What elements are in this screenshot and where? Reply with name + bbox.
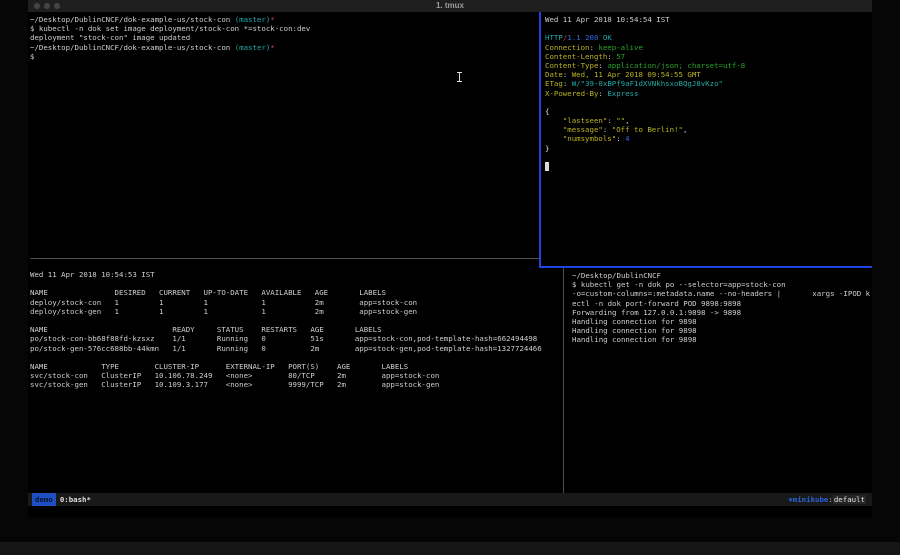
terminal-line: ectl -n dok port-forward POD 9898:9898: [572, 299, 870, 308]
terminal-line: -o=custom-columns=:metadata.name --no-he…: [572, 289, 870, 298]
terminal-line: Content-Length: 57: [545, 52, 868, 61]
terminal-line: [30, 316, 561, 325]
terminal-line: "message": "Off to Berlin!",: [545, 125, 868, 134]
status-right: ⎈minikube:default: [788, 493, 866, 506]
mouse-cursor-ibeam: [456, 72, 463, 83]
pane-top-left-shell[interactable]: ~/Desktop/DublinCNCF/dok-example-us/stoc…: [30, 15, 535, 255]
terminal-line: deploy/stock-con 1 1 1 1 2m app=stock-co…: [30, 298, 561, 307]
terminal-line: deployment "stock-con" image updated: [30, 33, 535, 42]
status-left: demo0:bash*: [32, 493, 91, 506]
terminal-line: Content-Type: application/json; charset=…: [545, 61, 868, 70]
terminal-line: Forwarding from 127.0.0.1:9898 -> 9898: [572, 308, 870, 317]
terminal-line: NAME READY STATUS RESTARTS AGE LABELS: [30, 325, 561, 334]
terminal-line: X-Powered-By: Express: [545, 89, 868, 98]
kube-namespace-label: default: [833, 495, 866, 504]
terminal-line: [30, 353, 561, 362]
pane-divider-right-horizontal-active[interactable]: [539, 266, 872, 268]
terminal-line: HTTP/1.1 200 OK: [545, 33, 868, 42]
terminal-line: $: [30, 52, 535, 61]
terminal-line: $ kubectl get -n dok po --selector=app=s…: [572, 280, 870, 289]
pane-bottom-right-port-forward[interactable]: ~/Desktop/DublinCNCF$ kubectl get -n dok…: [572, 271, 870, 491]
window-title: 1. tmux: [28, 0, 872, 12]
terminal-line: ~/Desktop/DublinCNCF/dok-example-us/stoc…: [30, 43, 535, 52]
terminal-line: [545, 162, 868, 171]
desktop-background-strip: [0, 542, 900, 555]
terminal-line: }: [545, 144, 868, 153]
terminal-line: Wed 11 Apr 2018 10:54:53 IST: [30, 270, 561, 279]
terminal-line: [30, 279, 561, 288]
terminal-line: ~/Desktop/DublinCNCF/dok-example-us/stoc…: [30, 15, 535, 24]
terminal-line: [545, 98, 868, 107]
terminal-line: svc/stock-gen ClusterIP 10.109.3.177 <no…: [30, 380, 561, 389]
terminal-line: [545, 24, 868, 33]
pane-divider-bottom-vertical[interactable]: [563, 268, 564, 493]
pane-bottom-left-kubectl-get[interactable]: Wed 11 Apr 2018 10:54:53 IST NAME DESIRE…: [30, 270, 561, 490]
terminal-line: NAME TYPE CLUSTER-IP EXTERNAL-IP PORT(S)…: [30, 362, 561, 371]
terminal-line: {: [545, 107, 868, 116]
terminal-line: Date: Wed, 11 Apr 2018 09:54:55 GMT: [545, 70, 868, 79]
terminal-line: Wed 11 Apr 2018 10:54:54 IST: [545, 15, 868, 24]
window-tab-bash[interactable]: 0:bash*: [56, 495, 91, 504]
pane-top-right-http-response[interactable]: Wed 11 Apr 2018 10:54:54 IST HTTP/1.1 20…: [545, 15, 868, 263]
tmux-status-bar: demo0:bash* ⎈minikube:default: [28, 493, 872, 506]
terminal-line: svc/stock-con ClusterIP 10.106.78.249 <n…: [30, 371, 561, 380]
terminal-line: Handling connection for 9898: [572, 317, 870, 326]
window-titlebar: 1. tmux: [28, 0, 872, 12]
terminal-line: ETag: W/"39-0xBPf9aF1dXVNkhsxoBQgJ8vKzo": [545, 79, 868, 88]
terminal-window: 1. tmux ~/Desktop/DublinCNCF/dok-example…: [28, 0, 872, 517]
terminal-line: po/stock-gen-576cc688bb-44kmn 1/1 Runnin…: [30, 344, 561, 353]
terminal-line: Connection: keep-alive: [545, 43, 868, 52]
terminal-line: NAME DESIRED CURRENT UP-TO-DATE AVAILABL…: [30, 288, 561, 297]
terminal-line: "lastseen": "",: [545, 116, 868, 125]
terminal-line: po/stock-con-bb68f88fd-kzsxz 1/1 Running…: [30, 334, 561, 343]
terminal-line: Handling connection for 9898: [572, 326, 870, 335]
pane-divider-left-horizontal[interactable]: [30, 258, 539, 259]
session-badge[interactable]: demo: [32, 493, 56, 506]
terminal-line: deploy/stock-gen 1 1 1 1 2m app=stock-ge…: [30, 307, 561, 316]
kube-context-label: minikube: [793, 495, 829, 504]
pane-divider-vertical-active[interactable]: [539, 12, 541, 267]
terminal-line: "numsymbols": 4: [545, 134, 868, 143]
terminal-line: $ kubectl -n dok set image deployment/st…: [30, 24, 535, 33]
terminal-line: [545, 153, 868, 162]
terminal-line: Handling connection for 9898: [572, 335, 870, 344]
terminal-line: ~/Desktop/DublinCNCF: [572, 271, 870, 280]
